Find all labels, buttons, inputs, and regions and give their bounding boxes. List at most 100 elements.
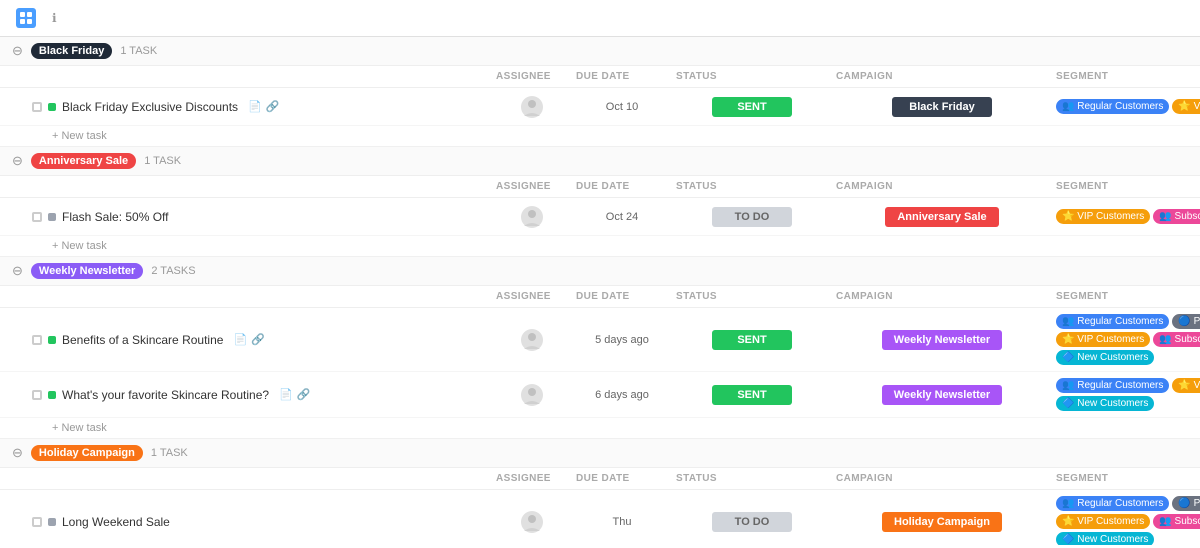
assignee-cell: [492, 384, 572, 406]
campaign-cell[interactable]: Weekly Newsletter: [832, 385, 1052, 405]
campaign-cell[interactable]: Black Friday: [832, 97, 1052, 117]
task-name[interactable]: Long Weekend Sale: [62, 515, 170, 529]
status-cell[interactable]: SENT: [672, 97, 832, 117]
task-priority-dot: [48, 336, 56, 344]
task-priority-dot: [48, 103, 56, 111]
assignee-cell: [492, 329, 572, 351]
task-checkbox[interactable]: [32, 335, 42, 345]
table-row: Flash Sale: 50% Off Oct 24TO DOAnniversa…: [0, 198, 1200, 236]
avatar[interactable]: [521, 511, 543, 533]
columns-header: ASSIGNEEDUE DATESTATUSCAMPAIGNSEGMENTFIL…: [0, 176, 1200, 198]
segment-tag[interactable]: ⭐ VIP Customers: [1056, 209, 1150, 224]
segment-tag[interactable]: 🔵 Past Customers: [1172, 496, 1200, 511]
status-cell[interactable]: SENT: [672, 330, 832, 350]
column-header: STATUS: [672, 179, 832, 194]
column-header: SEGMENT: [1052, 69, 1200, 84]
segment-tag[interactable]: ⭐ VIP Customers: [1172, 378, 1200, 393]
segment-tag[interactable]: 👥 Regular Customers: [1056, 314, 1169, 329]
segment-tag[interactable]: 👥 Subscribers: [1153, 514, 1200, 529]
campaign-badge[interactable]: Anniversary Sale: [885, 207, 998, 227]
campaign-badge[interactable]: Weekly Newsletter: [882, 385, 1002, 405]
group-task-count: 1 TASK: [120, 45, 157, 57]
task-icons: 📄 🔗: [248, 100, 279, 113]
campaign-badge[interactable]: Black Friday: [892, 97, 992, 117]
segment-tag[interactable]: 🔷 New Customers: [1056, 532, 1154, 545]
collapse-icon[interactable]: ⊖: [12, 153, 23, 169]
task-checkbox[interactable]: [32, 390, 42, 400]
status-badge[interactable]: TO DO: [712, 207, 792, 227]
new-task-row[interactable]: + New task: [0, 418, 1200, 438]
task-name-cell: Long Weekend Sale: [12, 515, 492, 529]
group-tag-holiday-campaign: Holiday Campaign: [31, 445, 143, 461]
columns-header: ASSIGNEEDUE DATESTATUSCAMPAIGNSEGMENTFIL…: [0, 286, 1200, 308]
collapse-icon[interactable]: ⊖: [12, 445, 23, 461]
task-name-cell: What's your favorite Skincare Routine? 📄…: [12, 388, 492, 402]
status-cell[interactable]: SENT: [672, 385, 832, 405]
column-header: STATUS: [672, 69, 832, 84]
segment-tag[interactable]: 🔷 New Customers: [1056, 396, 1154, 411]
avatar[interactable]: [521, 206, 543, 228]
new-task-row[interactable]: + New task: [0, 126, 1200, 146]
group-black-friday: ⊖ Black Friday 1 TASK ASSIGNEEDUE DATEST…: [0, 37, 1200, 147]
segment-tag[interactable]: 👥 Subscribers: [1153, 332, 1200, 347]
task-name-cell: Benefits of a Skincare Routine 📄 🔗: [12, 333, 492, 347]
segment-cell: 👥 Regular Customers⭐ VIP Customers👥 Subs…: [1052, 97, 1200, 116]
task-checkbox[interactable]: [32, 212, 42, 222]
group-holiday-campaign: ⊖ Holiday Campaign 1 TASK ASSIGNEEDUE DA…: [0, 439, 1200, 545]
status-badge[interactable]: SENT: [712, 385, 792, 405]
segment-cell: ⭐ VIP Customers👥 Subscribers: [1052, 207, 1200, 226]
task-name[interactable]: Black Friday Exclusive Discounts: [62, 100, 238, 114]
segment-tag[interactable]: 🔷 New Customers: [1056, 350, 1154, 365]
segment-tag[interactable]: ⭐ VIP Customers: [1056, 332, 1150, 347]
task-name[interactable]: Flash Sale: 50% Off: [62, 210, 169, 224]
segment-tag[interactable]: 👥 Regular Customers: [1056, 99, 1169, 114]
collapse-icon[interactable]: ⊖: [12, 263, 23, 279]
group-header-black-friday: ⊖ Black Friday 1 TASK: [0, 37, 1200, 66]
column-header: ASSIGNEE: [492, 69, 572, 84]
table-row: Benefits of a Skincare Routine 📄 🔗 5 day…: [0, 308, 1200, 372]
task-checkbox[interactable]: [32, 102, 42, 112]
column-header: SEGMENT: [1052, 289, 1200, 304]
avatar[interactable]: [521, 96, 543, 118]
collapse-icon[interactable]: ⊖: [12, 43, 23, 59]
segment-tag[interactable]: 🔵 Past Customers: [1172, 314, 1200, 329]
group-weekly-newsletter: ⊖ Weekly Newsletter 2 TASKS ASSIGNEEDUE …: [0, 257, 1200, 439]
task-checkbox[interactable]: [32, 517, 42, 527]
segment-tag[interactable]: 👥 Subscribers: [1153, 209, 1200, 224]
avatar[interactable]: [521, 384, 543, 406]
campaign-badge[interactable]: Weekly Newsletter: [882, 330, 1002, 350]
group-header-anniversary-sale: ⊖ Anniversary Sale 1 TASK: [0, 147, 1200, 176]
status-cell[interactable]: TO DO: [672, 207, 832, 227]
group-anniversary-sale: ⊖ Anniversary Sale 1 TASK ASSIGNEEDUE DA…: [0, 147, 1200, 257]
assignee-cell: [492, 206, 572, 228]
status-badge[interactable]: TO DO: [712, 512, 792, 532]
column-header: DUE DATE: [572, 471, 672, 486]
doc-icon: 📄: [233, 333, 247, 346]
campaign-cell[interactable]: Weekly Newsletter: [832, 330, 1052, 350]
campaign-cell[interactable]: Anniversary Sale: [832, 207, 1052, 227]
avatar[interactable]: [521, 329, 543, 351]
status-badge[interactable]: SENT: [712, 97, 792, 117]
segment-cell: 👥 Regular Customers🔵 Past Customers ⭐ VIP…: [1052, 494, 1200, 545]
segment-tag[interactable]: ⭐ VIP Customers: [1056, 514, 1150, 529]
doc-icon: 📄: [248, 100, 262, 113]
status-badge[interactable]: SENT: [712, 330, 792, 350]
task-name[interactable]: What's your favorite Skincare Routine?: [62, 388, 269, 402]
column-header: DUE DATE: [572, 179, 672, 194]
task-name[interactable]: Benefits of a Skincare Routine: [62, 333, 223, 347]
campaign-cell[interactable]: Holiday Campaign: [832, 512, 1052, 532]
task-priority-dot: [48, 213, 56, 221]
task-name-cell: Black Friday Exclusive Discounts 📄 🔗: [12, 100, 492, 114]
segment-tag[interactable]: 👥 Regular Customers: [1056, 378, 1169, 393]
info-icon[interactable]: ℹ: [52, 11, 57, 25]
main-content: ⊖ Black Friday 1 TASK ASSIGNEEDUE DATEST…: [0, 37, 1200, 545]
segment-tag[interactable]: ⭐ VIP Customers: [1172, 99, 1200, 114]
status-cell[interactable]: TO DO: [672, 512, 832, 532]
segment-tag[interactable]: 👥 Regular Customers: [1056, 496, 1169, 511]
campaign-badge[interactable]: Holiday Campaign: [882, 512, 1002, 532]
new-task-row[interactable]: + New task: [0, 236, 1200, 256]
column-header: CAMPAIGN: [832, 179, 1052, 194]
task-icons: 📄 🔗: [233, 333, 264, 346]
link-attach-icon: 🔗: [251, 333, 265, 346]
group-task-count: 2 TASKS: [151, 265, 195, 277]
